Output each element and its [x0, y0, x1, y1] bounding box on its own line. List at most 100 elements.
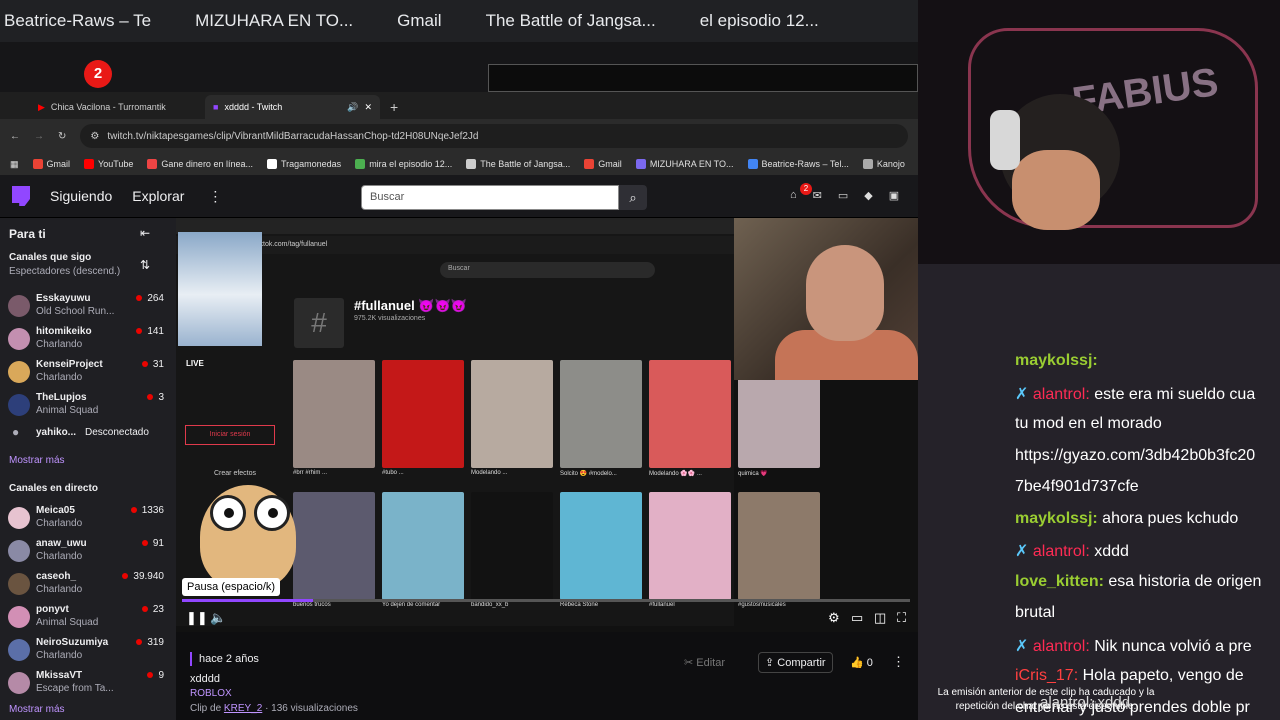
pause-tooltip: Pausa (espacio/k): [182, 578, 281, 596]
show-more-live[interactable]: Mostrar más: [9, 704, 65, 715]
sidebar-channel[interactable]: KenseiProject Charlando 31: [8, 357, 168, 387]
edit-button[interactable]: ✂ Editar: [684, 656, 725, 669]
crown-icon[interactable]: ◆: [864, 189, 872, 202]
recorded-video-thumb: [382, 360, 464, 468]
chat-username[interactable]: maykolssj:: [1015, 352, 1098, 369]
tab-chica-vacilona[interactable]: ▶ Chica Vacilona - Turromantik: [30, 95, 205, 119]
sidebar-channel[interactable]: TheLupjos Animal Squad 3: [8, 390, 168, 420]
share-button[interactable]: ⇪ Compartir: [758, 652, 833, 673]
bookmark-item[interactable]: Kanojo: [862, 159, 905, 169]
outer-bookmark[interactable]: MIZUHARA EN TO...: [195, 11, 353, 31]
more-options-icon[interactable]: ⋮: [892, 654, 905, 670]
bits-icon[interactable]: ▣: [889, 189, 899, 202]
recorded-video-caption: #brr #rhim ...: [293, 470, 328, 476]
tab-twitch-clip[interactable]: ■ xdddd - Twitch 🔊 ✕: [205, 95, 380, 119]
chat-username[interactable]: maykolssj:: [1015, 510, 1098, 527]
sidebar-channel[interactable]: anaw_uwu Charlando 91: [8, 536, 168, 566]
bookmark-item[interactable]: Tragamonedas: [266, 159, 341, 169]
clip-view-icon[interactable]: ◫: [874, 610, 886, 626]
nav-explore[interactable]: Explorar: [132, 188, 184, 204]
more-options-icon[interactable]: ⋮: [208, 188, 222, 205]
recorded-video-caption: Modelando 🌸🌸 ...: [649, 471, 702, 477]
twitch-logo-icon[interactable]: [12, 186, 30, 206]
apps-icon[interactable]: ▦: [10, 159, 19, 170]
avatar: [8, 394, 30, 416]
site-info-icon[interactable]: ⚙: [90, 131, 99, 142]
outer-search-box[interactable]: [488, 64, 918, 92]
chat-message: iCris_17: Hola papeto, vengo de: [1015, 667, 1244, 684]
search-icon[interactable]: ⌕: [619, 185, 647, 210]
for-you-heading: Para ti: [9, 227, 46, 241]
clip-author-link[interactable]: KREY_2: [224, 703, 262, 714]
pause-icon[interactable]: ❚❚: [186, 610, 208, 626]
collapse-sidebar-icon[interactable]: ⇤: [140, 226, 150, 240]
bookmark-item[interactable]: mira el episodio 12...: [355, 159, 452, 169]
drops-icon[interactable]: ⌂: [790, 189, 797, 202]
recorded-video-thumb: [382, 492, 464, 600]
chat-username[interactable]: love_kitten:: [1015, 573, 1104, 590]
settings-icon[interactable]: ⚙: [828, 610, 840, 626]
bookmark-item[interactable]: Gmail: [32, 159, 70, 169]
inbox-icon[interactable]: ✉: [813, 189, 822, 202]
avatar: [8, 606, 30, 628]
avatar: [8, 507, 30, 529]
bookmark-item[interactable]: The Battle of Jangsa...: [466, 159, 570, 169]
bookmark-item[interactable]: MIZUHARA EN TO...: [635, 159, 734, 169]
bookmark-item[interactable]: YouTube: [84, 159, 133, 169]
bookmark-item[interactable]: Beatrice-Raws – Tel...: [747, 159, 849, 169]
recorded-video-thumb: [471, 492, 553, 600]
fullscreen-icon[interactable]: ⛶: [897, 610, 906, 626]
hashtag-icon: #: [294, 298, 344, 348]
forward-icon[interactable]: →: [34, 131, 44, 142]
like-button[interactable]: 👍 0: [850, 656, 873, 669]
outer-bookmark[interactable]: Gmail: [397, 11, 441, 31]
sidebar-channel[interactable]: NeiroSuzumiya Charlando 319: [8, 635, 168, 665]
recorded-login-button: Iniciar sesión: [185, 425, 275, 445]
show-more-followed[interactable]: Mostrar más: [9, 455, 65, 466]
chat-message: brutal: [1015, 604, 1056, 621]
bookmark-favicon-icon: [147, 159, 158, 169]
chat-username[interactable]: alantrol:: [1033, 386, 1090, 403]
avatar: [8, 295, 30, 317]
bookmarks-bar: ▦ Gmail YouTube Gane dinero en línea... Tra…: [0, 153, 918, 175]
followed-channels-heading: Canales que sigo: [9, 252, 92, 263]
sidebar-channel[interactable]: Esskayuwu Old School Run... 264: [8, 291, 168, 321]
url-bar[interactable]: ⚙ twitch.tv/niktapesgames/clip/VibrantMi…: [80, 124, 908, 148]
chat-last-line: alantrol: xddd: [1040, 694, 1131, 711]
twitch-search-input[interactable]: Buscar: [361, 185, 619, 210]
bookmark-item[interactable]: Gmail: [584, 159, 622, 169]
sort-icon[interactable]: ⇅: [140, 258, 150, 272]
outer-bookmark[interactable]: The Battle of Jangsa...: [486, 11, 656, 31]
offline-channel[interactable]: ● yahiko... Desconectado: [8, 424, 168, 454]
outer-bookmark[interactable]: Beatrice-Raws – Te: [4, 11, 151, 31]
clip-category[interactable]: ROBLOX: [190, 688, 232, 699]
sidebar-channel[interactable]: hitomikeiko Charlando 141: [8, 324, 168, 354]
chat-username[interactable]: alantrol:: [1033, 638, 1090, 655]
headset-icon: [990, 110, 1020, 170]
back-icon[interactable]: ←: [10, 131, 20, 142]
sidebar-channel[interactable]: caseoh_ Charlando 39.940: [8, 569, 168, 599]
nav-following[interactable]: Siguiendo: [50, 188, 112, 204]
speaker-icon[interactable]: 🔊: [347, 102, 358, 113]
sidebar-channel[interactable]: ponyvt Animal Squad 23: [8, 602, 168, 632]
chat-username[interactable]: iCris_17:: [1015, 667, 1078, 684]
bookmark-item[interactable]: Gane dinero en línea...: [147, 159, 253, 169]
moderator-badge-icon: ✗: [1015, 385, 1033, 403]
new-tab-button[interactable]: +: [380, 99, 408, 119]
seek-bar[interactable]: [182, 599, 910, 602]
sidebar-channel[interactable]: MkissaVT Escape from Ta... 9: [8, 668, 168, 698]
pou-sticker: [200, 485, 296, 589]
pou-left-eye: [210, 495, 246, 531]
theatre-mode-icon[interactable]: ▭: [851, 610, 863, 626]
recorded-video-caption: Modelando ...: [471, 470, 508, 476]
volume-icon[interactable]: 🔈: [210, 610, 226, 626]
avatar: [8, 540, 30, 562]
sidebar-channel[interactable]: Meica05 Charlando 1336: [8, 503, 168, 533]
close-tab-icon[interactable]: ✕: [364, 102, 372, 113]
recorded-video-caption: #tubo ...: [382, 470, 404, 476]
chat-message: ✗ alantrol: Nik nunca volvió a pre: [1015, 637, 1252, 655]
reload-icon[interactable]: ↻: [58, 131, 66, 142]
outer-bookmark[interactable]: el episodio 12...: [700, 11, 819, 31]
whispers-icon[interactable]: ▭: [838, 189, 848, 202]
chat-username[interactable]: alantrol:: [1033, 543, 1090, 560]
